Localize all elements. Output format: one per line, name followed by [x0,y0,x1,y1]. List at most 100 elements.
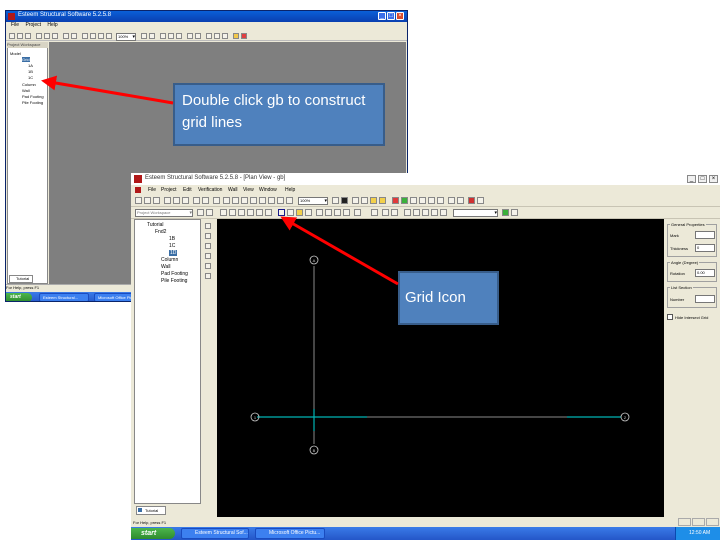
hide-grid-checkbox[interactable] [667,314,673,320]
main-check-icon[interactable] [361,197,368,204]
main-redo-icon[interactable] [202,197,209,204]
back-zoom-out-icon[interactable] [90,33,96,39]
main-print-icon[interactable] [332,197,339,204]
main-menu-verification[interactable]: Verification [198,187,222,193]
main-tree-1d[interactable]: 1D [169,250,178,256]
back-pan-icon[interactable] [106,33,112,39]
grid-bubble-right[interactable]: 2 [620,412,630,422]
main-paste-icon[interactable] [182,197,189,204]
back-tool-f-icon[interactable] [195,33,201,39]
back-tree-1a[interactable]: 1A [28,63,33,68]
main-side-tool-2-icon[interactable] [205,233,211,239]
main-text-icon[interactable] [382,209,389,216]
back-zoom-window-icon[interactable] [98,33,104,39]
main-wall-icon[interactable] [316,209,323,216]
main-tile-icon[interactable] [457,197,464,204]
back-run-icon[interactable] [233,33,239,39]
mark-input[interactable] [695,231,715,239]
main-layer-icon[interactable] [206,209,213,216]
main-pan-icon[interactable] [268,197,275,204]
main-go-icon[interactable] [502,209,509,216]
main-grid-icon[interactable] [278,209,285,216]
main-option-icon[interactable] [511,209,518,216]
back-tree-pile-footing[interactable]: Pile Footing [22,100,43,105]
main-side-tool-5-icon[interactable] [205,263,211,269]
main-draw-f-icon[interactable] [265,209,272,216]
back-paste-icon[interactable] [52,33,58,39]
back-menu-help[interactable]: Help [47,22,57,28]
main-chart-icon[interactable] [428,197,435,204]
back-redo-icon[interactable] [71,33,77,39]
back-zoom-select[interactable]: 100% [116,33,136,41]
main-snap-icon[interactable] [413,209,420,216]
main-tree-column[interactable]: Column [161,257,178,263]
main-menu-view[interactable]: View [243,187,254,193]
main-verify-icon[interactable] [401,197,408,204]
back-tree-grid[interactable]: Grid [22,57,30,62]
main-close-button[interactable]: × [709,175,718,183]
back-menu-project[interactable]: Project [25,22,41,28]
back-tool-i-icon[interactable] [222,33,228,39]
main-side-tool-4-icon[interactable] [205,253,211,259]
main-zoom-out-icon[interactable] [232,197,239,204]
main-draw-e-icon[interactable] [256,209,263,216]
main-zoom-window-icon[interactable] [241,197,248,204]
back-zoom-in-icon[interactable] [82,33,88,39]
back-taskbar-item-esteem[interactable]: Esteem Structural... [39,293,89,301]
main-restore-button[interactable]: □ [698,175,707,183]
back-save-icon[interactable] [25,33,31,39]
back-tool-c-icon[interactable] [168,33,174,39]
main-design-icon[interactable] [392,197,399,204]
main-analyze-icon[interactable] [379,197,386,204]
main-footing-icon[interactable] [325,209,332,216]
back-copy-icon[interactable] [44,33,50,39]
main-new-icon[interactable] [135,197,142,204]
main-tree-fnd2[interactable]: Fnd2 [155,229,166,235]
main-menu-help[interactable]: Help [285,187,295,193]
back-close-button[interactable]: × [396,12,404,20]
main-draw-a-icon[interactable] [220,209,227,216]
rotation-input[interactable]: 0.00 [695,269,715,277]
main-settings-icon[interactable] [437,197,444,204]
main-filter-icon[interactable] [352,197,359,204]
back-tree-model[interactable]: Model [10,51,21,56]
main-refresh-icon[interactable] [277,197,284,204]
back-open-icon[interactable] [17,33,23,39]
back-start-button[interactable]: start [6,293,32,301]
grid-bubble-top[interactable]: A [309,255,319,265]
main-tree-1c[interactable]: 1C [169,243,175,249]
grid-bubble-bottom[interactable]: B [309,445,319,455]
main-scale-icon[interactable] [391,209,398,216]
main-save-icon[interactable] [153,197,160,204]
main-copy-icon[interactable] [173,197,180,204]
main-draw-d-icon[interactable] [247,209,254,216]
back-tool-d-icon[interactable] [176,33,182,39]
main-open-icon[interactable] [144,197,151,204]
main-dimension-icon[interactable] [371,209,378,216]
back-cut-icon[interactable] [36,33,42,39]
main-menu-file[interactable]: File [148,187,156,193]
main-node-icon[interactable] [404,209,411,216]
main-menu-window[interactable]: Window [259,187,277,193]
main-taskbar-item-esteem[interactable]: Esteem Structural Sof... [181,528,249,539]
main-window-icon[interactable] [448,197,455,204]
back-grid-icon[interactable] [160,33,166,39]
main-table-icon[interactable] [419,197,426,204]
main-draw-b-icon[interactable] [229,209,236,216]
main-side-tool-3-icon[interactable] [205,243,211,249]
main-zoom-select[interactable]: 100% [298,197,328,205]
back-stop-icon[interactable] [241,33,247,39]
main-title-bar[interactable]: Esteem Structural Software 5.2.5.8 - [Pl… [131,173,720,185]
thickness-input[interactable]: 0 [695,244,715,252]
main-about-icon[interactable] [477,197,484,204]
main-opening-icon[interactable] [354,209,361,216]
main-close-doc-icon[interactable] [468,197,475,204]
main-select-icon[interactable] [213,197,220,204]
main-menu-wall[interactable]: Wall [228,187,238,193]
main-cut-icon[interactable] [164,197,171,204]
back-menu-file[interactable]: File [11,22,19,28]
main-taskbar-item-office[interactable]: Microsoft Office Pictu... [255,528,325,539]
main-column-icon[interactable] [305,209,312,216]
main-slab-icon[interactable] [296,209,303,216]
main-report-icon[interactable] [410,197,417,204]
